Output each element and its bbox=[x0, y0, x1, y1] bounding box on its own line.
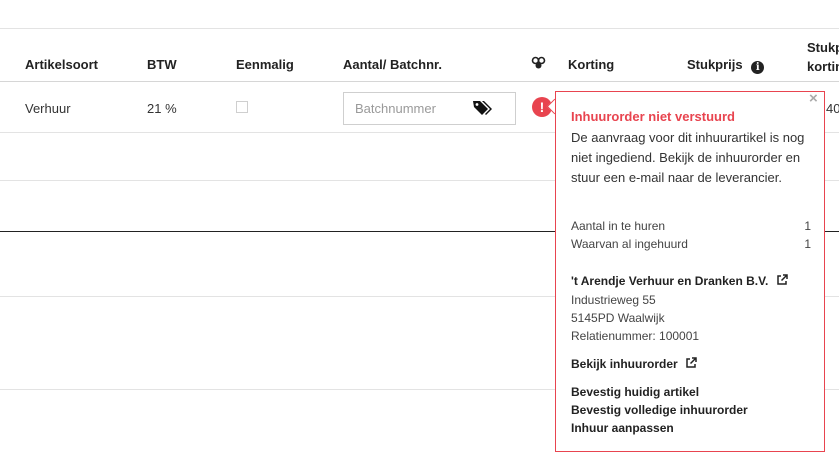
supplier-street: Industrieweg 55 bbox=[571, 293, 656, 307]
header-korting: Korting bbox=[568, 57, 615, 72]
supplier-name: 't Arendje Verhuur en Dranken B.V. bbox=[571, 274, 769, 288]
header-stukprijs-korting: Stukp kortin bbox=[807, 38, 839, 76]
already-hired-label: Waarvan al ingehuurd bbox=[571, 237, 688, 251]
view-hire-order-label: Bekijk inhuurorder bbox=[571, 357, 678, 371]
header-artikelsoort: Artikelsoort bbox=[25, 57, 98, 72]
header-stukprijs-korting-line1: Stukp bbox=[807, 40, 839, 55]
confirm-current-item-link[interactable]: Bevestig huidig artikel bbox=[571, 385, 699, 399]
popover-title: Inhuurorder niet verstuurd bbox=[571, 109, 735, 124]
already-hired-value: 1 bbox=[804, 237, 811, 251]
external-link-icon bbox=[686, 357, 697, 368]
quantity-row: Aantal in te huren 1 bbox=[571, 219, 811, 233]
cell-btw: 21 % bbox=[147, 101, 177, 116]
batch-number-input[interactable] bbox=[344, 93, 485, 124]
tags-icon[interactable] bbox=[472, 99, 494, 117]
batch-number-field[interactable] bbox=[343, 92, 516, 125]
cocktail-icon bbox=[531, 56, 546, 73]
header-aantal-batchnr: Aantal/ Batchnr. bbox=[343, 57, 442, 72]
info-icon[interactable]: i bbox=[751, 61, 765, 74]
supplier-city: 5145PD Waalwijk bbox=[571, 311, 665, 325]
header-stukprijs: Stukprijs i bbox=[687, 57, 765, 74]
view-hire-order-link[interactable]: Bekijk inhuurorder bbox=[571, 357, 697, 371]
quantity-value: 1 bbox=[804, 219, 811, 233]
header-stukprijs-korting-line2: kortin bbox=[807, 59, 839, 74]
adjust-hire-link[interactable]: Inhuur aanpassen bbox=[571, 421, 674, 435]
supplier-link[interactable]: 't Arendje Verhuur en Dranken B.V. bbox=[571, 274, 788, 288]
external-link-icon bbox=[776, 274, 788, 285]
header-btw: BTW bbox=[147, 57, 177, 72]
header-stukprijs-label: Stukprijs bbox=[687, 57, 743, 72]
popover-description: De aanvraag voor dit inhuurartikel is no… bbox=[571, 130, 805, 185]
cell-stukprijs-korting-cut: 400 bbox=[826, 101, 839, 116]
quantity-label: Aantal in te huren bbox=[571, 219, 666, 233]
header-divider bbox=[0, 81, 839, 82]
close-icon[interactable]: × bbox=[809, 90, 818, 107]
top-divider bbox=[0, 28, 839, 29]
confirm-full-order-link[interactable]: Bevestig volledige inhuurorder bbox=[571, 403, 748, 417]
header-eenmalig: Eenmalig bbox=[236, 57, 294, 72]
eenmalig-checkbox[interactable] bbox=[236, 101, 248, 113]
already-hired-row: Waarvan al ingehuurd 1 bbox=[571, 237, 811, 251]
cell-artikelsoort: Verhuur bbox=[25, 101, 71, 116]
hire-order-popover: × Inhuurorder niet verstuurd De aanvraag… bbox=[555, 90, 825, 452]
supplier-relation-number: Relatienummer: 100001 bbox=[571, 329, 700, 343]
